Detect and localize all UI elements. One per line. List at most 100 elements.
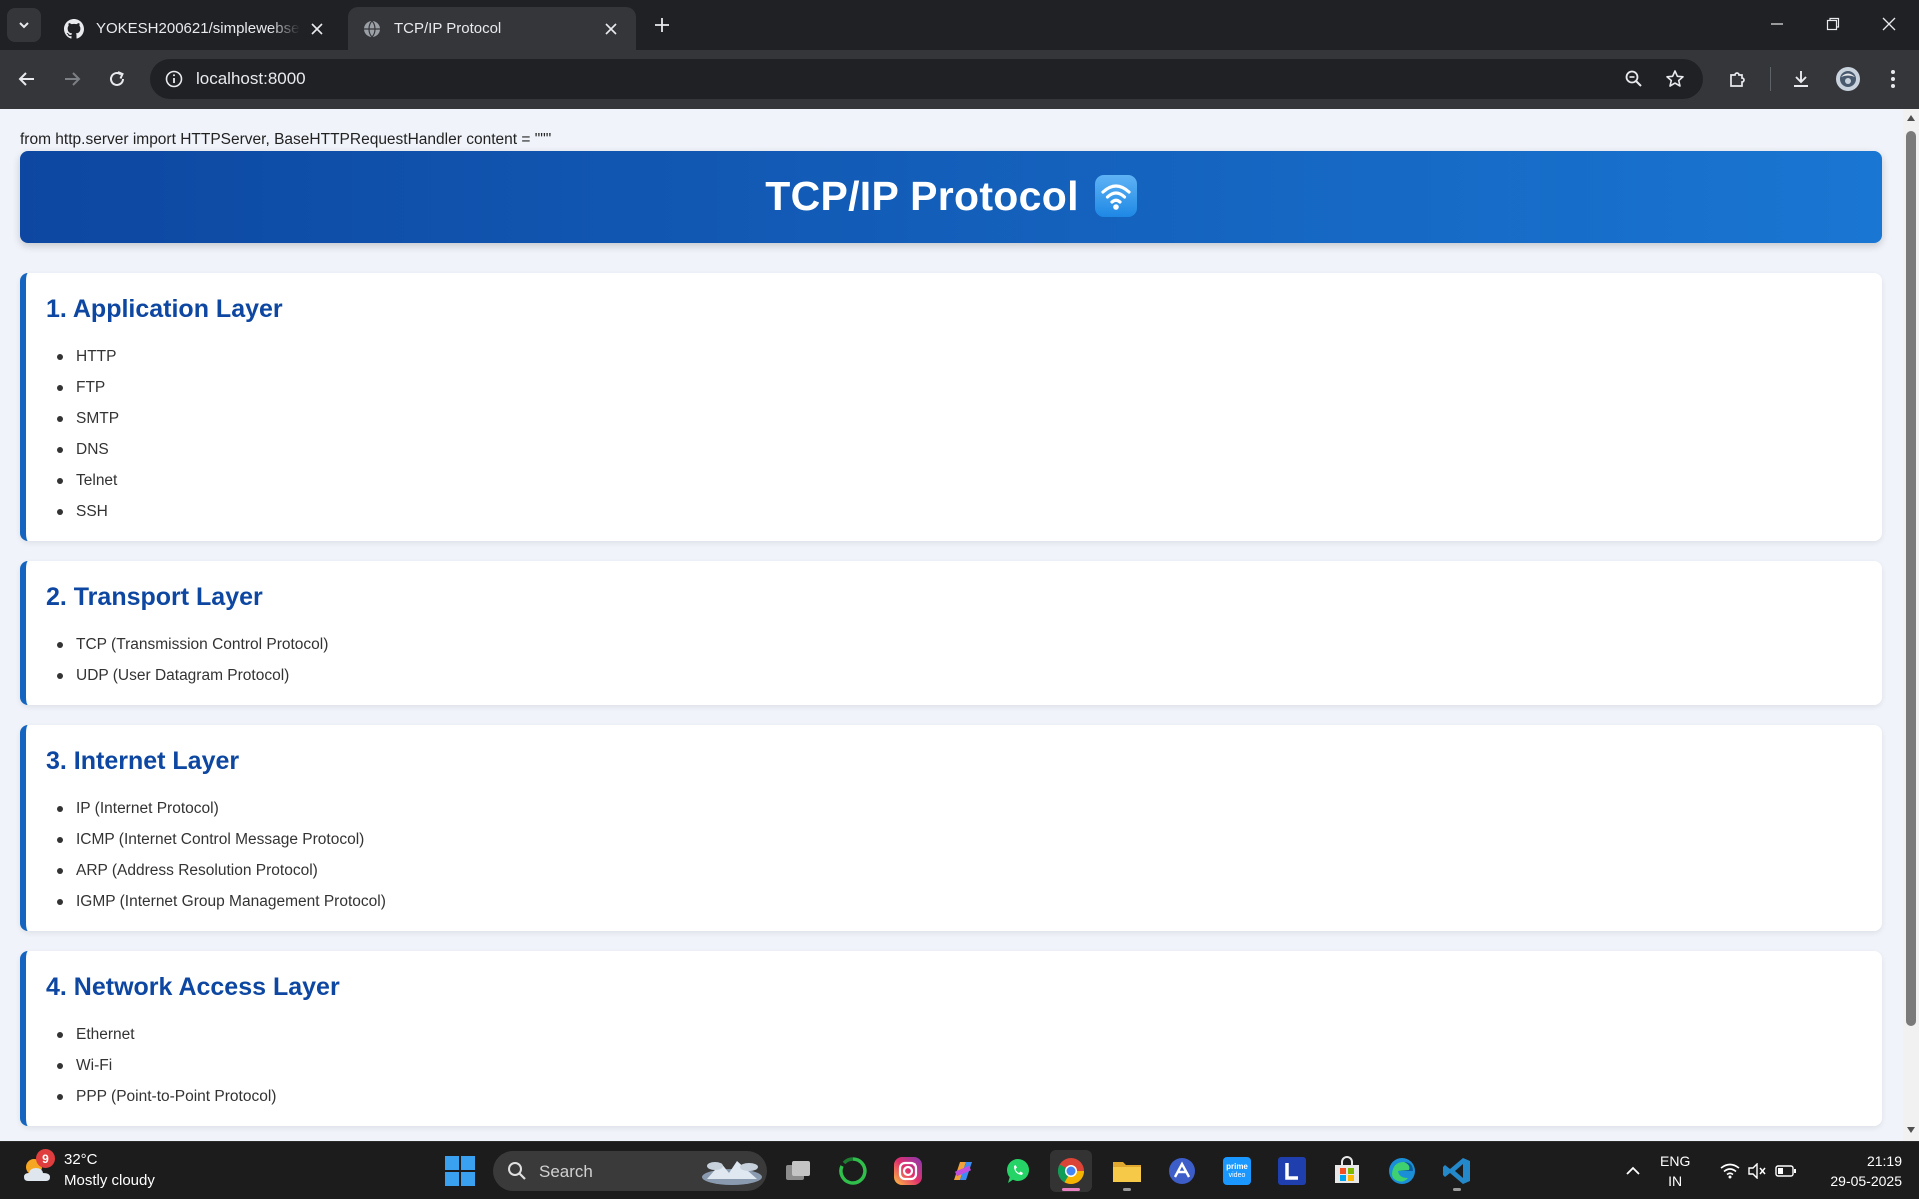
svg-text:prime: prime (1226, 1162, 1248, 1171)
list-item: SSH (56, 496, 119, 527)
copilot-icon (954, 1162, 972, 1180)
search-icon (508, 1162, 526, 1180)
language-code: ENG (1660, 1153, 1691, 1169)
scroll-up-arrow[interactable] (1907, 115, 1915, 121)
back-button[interactable] (10, 62, 44, 96)
tab-list-button[interactable] (7, 8, 41, 42)
extensions-button[interactable] (1721, 62, 1755, 96)
extensions-icon (1730, 72, 1745, 87)
toolbar-divider (1770, 67, 1771, 91)
tab-strip: YOKESH200621/simplewebserver TCP/IP Prot… (0, 0, 1919, 50)
plus-icon (655, 18, 669, 32)
folder-icon (1113, 1162, 1141, 1182)
tab-github[interactable]: YOKESH200621/simplewebserver (50, 7, 342, 50)
battery-status[interactable] (1773, 1151, 1799, 1191)
list-item: TCP (Transmission Control Protocol) (56, 629, 328, 660)
forward-button[interactable] (55, 62, 89, 96)
taskbar-search[interactable]: Search (493, 1151, 767, 1191)
chevron-up-icon (1626, 1166, 1640, 1175)
prime-video-app[interactable]: prime video (1216, 1150, 1258, 1192)
search-label: Search (539, 1162, 593, 1181)
address-bar[interactable]: localhost:8000 (150, 59, 1703, 99)
page-scrollbar[interactable] (1903, 109, 1919, 1141)
copilot-app[interactable] (942, 1150, 984, 1192)
scroll-down-arrow[interactable] (1907, 1127, 1915, 1133)
blue-triangle-app[interactable] (1161, 1150, 1203, 1192)
page-viewport: from http.server import HTTPServer, Base… (0, 109, 1903, 1141)
download-button[interactable] (1784, 62, 1818, 96)
close-icon[interactable] (306, 18, 328, 40)
edge-icon (1389, 1158, 1415, 1184)
windows-start-icon[interactable] (444, 1155, 476, 1187)
close-icon (1882, 17, 1896, 31)
url-text: localhost:8000 (196, 69, 306, 88)
windows-taskbar: 9 32°C Mostly cloudy Search primevideo (0, 1141, 1919, 1199)
close-icon[interactable] (600, 18, 622, 40)
scrollbar-thumb[interactable] (1906, 131, 1916, 1026)
list-item: PPP (Point-to-Point Protocol) (56, 1081, 276, 1112)
zoom-icon[interactable] (1622, 67, 1646, 91)
chrome-app[interactable] (1050, 1150, 1092, 1192)
layer-protocol-list: TCP (Transmission Control Protocol) UDP … (56, 629, 328, 691)
tab-title: TCP/IP Protocol (394, 20, 502, 37)
list-item: IGMP (Internet Group Management Protocol… (57, 886, 386, 917)
refresh-circle-icon (839, 1157, 867, 1185)
github-icon (64, 18, 84, 39)
minimize-icon (1771, 23, 1783, 25)
whatsapp-app[interactable] (997, 1150, 1039, 1192)
task-view-app[interactable] (777, 1150, 819, 1192)
file-explorer-app[interactable] (1106, 1150, 1148, 1192)
weather-condition: Mostly cloudy (64, 1172, 155, 1189)
minimize-button[interactable] (1749, 0, 1805, 48)
network-status[interactable] (1717, 1151, 1743, 1191)
tab-tcpip[interactable]: TCP/IP Protocol (348, 7, 636, 50)
layer-heading: 3. Internet Layer (46, 747, 240, 775)
speaker-muted-icon (1748, 1163, 1766, 1179)
code-text: from http.server import HTTPServer, Base… (20, 131, 552, 148)
list-item: FTP (56, 372, 119, 403)
layer-heading: 2. Transport Layer (46, 583, 263, 611)
language-region: IN (1668, 1173, 1683, 1189)
instagram-app[interactable] (887, 1150, 929, 1192)
restore-icon (1826, 17, 1840, 31)
close-window-button[interactable] (1861, 0, 1917, 48)
list-item: SMTP (56, 403, 119, 434)
list-item: Telnet (56, 465, 119, 496)
layer-protocol-list: Ethernet Wi-Fi PPP (Point-to-Point Proto… (56, 1019, 276, 1112)
system-clock[interactable]: 21:19 29-05-2025 (1810, 1151, 1902, 1191)
forward-icon (65, 72, 81, 86)
reload-icon (110, 71, 124, 86)
info-icon[interactable] (162, 67, 186, 91)
vscode-app[interactable] (1436, 1150, 1478, 1192)
restore-button[interactable] (1805, 0, 1861, 48)
globe-icon (362, 19, 382, 39)
menu-icon (1891, 70, 1895, 88)
page-title: TCP/IP Protocol (765, 173, 1137, 220)
layer-card-application: 1. Application Layer HTTP FTP SMTP DNS T… (20, 273, 1882, 541)
show-hidden-icons[interactable] (1620, 1151, 1646, 1191)
reload-button[interactable] (100, 62, 134, 96)
edge-app[interactable] (1381, 1150, 1423, 1192)
svg-text:video: video (1229, 1172, 1246, 1179)
vscode-icon (1443, 1158, 1470, 1184)
layer-heading: 4. Network Access Layer (46, 973, 340, 1001)
layer-heading: 1. Application Layer (46, 295, 283, 323)
star-icon[interactable] (1663, 67, 1687, 91)
weather-badge: 9 (36, 1149, 55, 1168)
l-app[interactable] (1271, 1150, 1313, 1192)
prime-video-icon: primevideo (1223, 1157, 1251, 1185)
green-circle-app[interactable] (832, 1150, 874, 1192)
page-header: TCP/IP Protocol (20, 151, 1882, 243)
store-icon (1335, 1156, 1359, 1183)
language-indicator[interactable]: ENG IN (1660, 1151, 1690, 1191)
running-app-indicator (1453, 1188, 1461, 1191)
volume-status[interactable] (1745, 1151, 1769, 1191)
tab-title: YOKESH200621/simplewebserver (96, 20, 300, 37)
profile-button[interactable] (1831, 62, 1865, 96)
layer-protocol-list: IP (Internet Protocol) ICMP (Internet Co… (57, 793, 386, 917)
new-tab-button[interactable] (648, 11, 676, 39)
wifi-icon (1094, 174, 1137, 217)
menu-button[interactable] (1876, 62, 1910, 96)
running-app-indicator (1123, 1188, 1131, 1191)
microsoft-store-app[interactable] (1326, 1150, 1368, 1192)
